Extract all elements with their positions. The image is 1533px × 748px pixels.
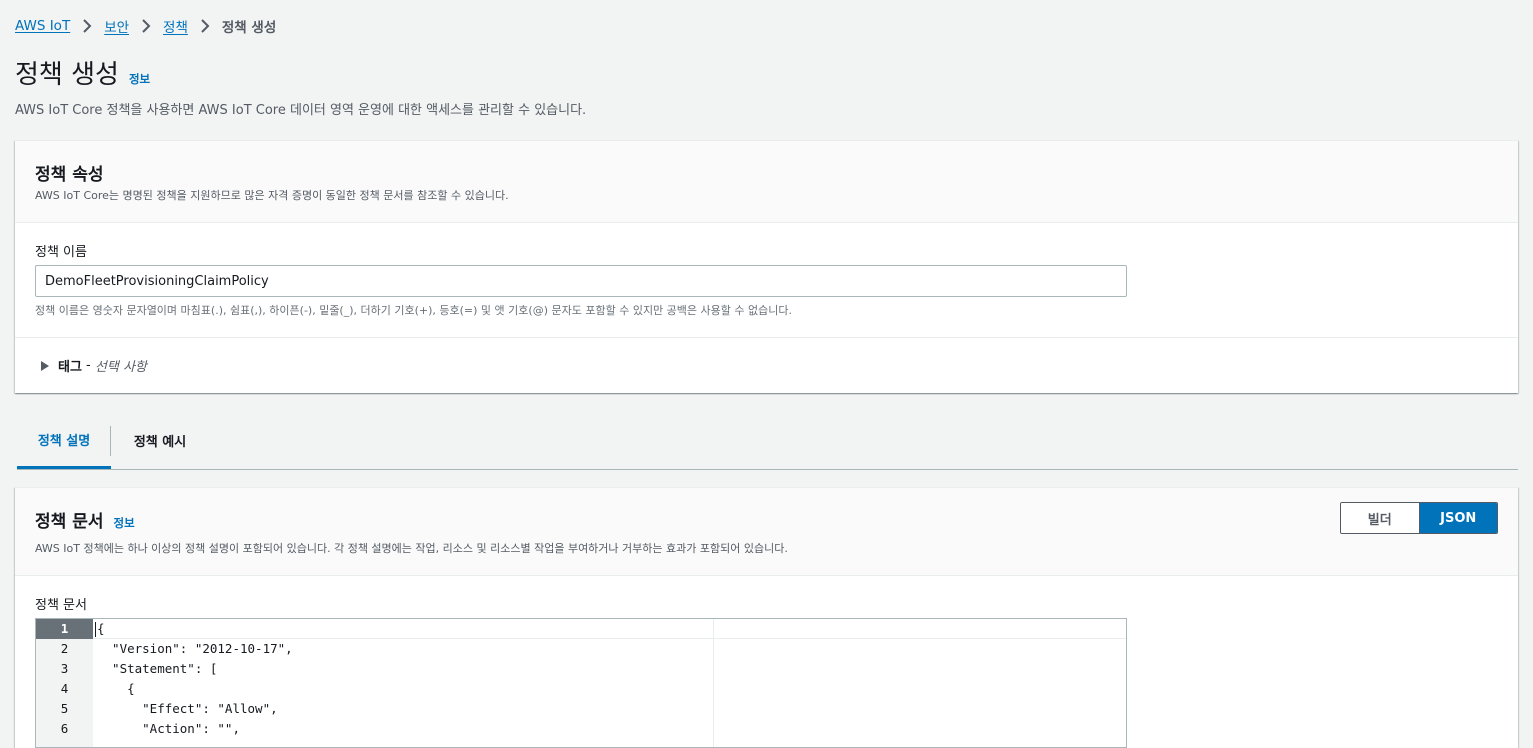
- page-title-row: 정책 생성 정보: [15, 54, 150, 91]
- builder-mode-button[interactable]: 빌더: [1341, 503, 1420, 533]
- chevron-right-icon: [137, 17, 155, 35]
- line-number: 5: [60, 701, 69, 716]
- breadcrumb-current: 정책 생성: [221, 20, 277, 36]
- text-cursor: [95, 622, 96, 637]
- code-line: 2 "Version": "2012-10-17",: [36, 639, 1126, 659]
- code-text: {: [97, 621, 105, 636]
- tab-policy-examples[interactable]: 정책 예시: [113, 413, 207, 468]
- policy-document-title: 정책 문서: [35, 512, 104, 532]
- line-number: 2: [60, 641, 69, 656]
- policy-json-editor[interactable]: 1 { 2 "Version": "2012-10-17", 3 "Statem…: [35, 618, 1127, 748]
- divider: [15, 337, 1518, 338]
- policy-name-hint: 정책 이름은 영숫자 문자열이며 마침표(.), 쉼표(,), 하이픈(-), …: [35, 304, 792, 317]
- policy-document-info-link[interactable]: 정보: [113, 515, 134, 531]
- policy-properties-card: 정책 속성 AWS IoT Core는 명명된 정책을 지원하므로 많은 자격 …: [15, 140, 1518, 393]
- mode-segmented-control: 빌더 JSON: [1340, 502, 1498, 534]
- tab-divider: [110, 426, 111, 456]
- breadcrumb-link-security[interactable]: 보안: [104, 16, 129, 36]
- caret-right-icon: [41, 360, 49, 371]
- code-line: 4 {: [36, 679, 1126, 699]
- tags-optional-label: 선택 사항: [94, 360, 147, 375]
- code-text: "Statement": [: [97, 661, 218, 676]
- line-number: 6: [60, 721, 69, 736]
- code-line: 5 "Effect": "Allow",: [36, 699, 1126, 719]
- policy-tabs: 정책 설명 정책 예시: [17, 413, 1518, 470]
- policy-document-editor-label: 정책 문서: [35, 598, 87, 613]
- code-line: 1 {: [36, 619, 1126, 639]
- tags-separator: -: [81, 358, 95, 373]
- code-line: 6 "Action": "",: [36, 719, 1126, 739]
- code-text: "Effect": "Allow",: [97, 701, 278, 716]
- breadcrumb: AWS IoT 보안 정책 정책 생성: [15, 15, 276, 37]
- chevron-right-icon: [78, 17, 96, 35]
- tab-policy-statements[interactable]: 정책 설명: [17, 413, 111, 469]
- breadcrumb-link-aws-iot[interactable]: AWS IoT: [15, 18, 70, 34]
- tags-label: 태그: [58, 360, 82, 375]
- policy-document-description: AWS IoT 정책에는 하나 이상의 정책 설명이 포함되어 있습니다. 각 …: [35, 542, 788, 555]
- line-number: 4: [60, 681, 69, 696]
- policy-properties-description: AWS IoT Core는 명명된 정책을 지원하므로 많은 자격 증명이 동일…: [35, 189, 509, 202]
- tags-expander[interactable]: 태그 - 선택 사항: [41, 356, 147, 375]
- line-number: 3: [60, 661, 69, 676]
- page-info-link[interactable]: 정보: [129, 71, 150, 87]
- policy-document-title-row: 정책 문서 정보: [35, 507, 135, 532]
- policy-name-input[interactable]: [35, 265, 1127, 297]
- policy-name-label: 정책 이름: [35, 245, 87, 260]
- code-text: "Action": "",: [97, 721, 240, 736]
- policy-document-header: 정책 문서 정보 AWS IoT 정책에는 하나 이상의 정책 설명이 포함되어…: [15, 488, 1518, 576]
- code-text: "Version": "2012-10-17",: [97, 641, 293, 656]
- policy-properties-title: 정책 속성: [35, 165, 104, 185]
- line-number: 1: [36, 619, 93, 639]
- chevron-right-icon: [196, 17, 214, 35]
- page-description: AWS IoT Core 정책을 사용하면 AWS IoT Core 데이터 영…: [15, 103, 587, 118]
- page-title: 정책 생성: [15, 60, 119, 90]
- code-text: {: [97, 681, 135, 696]
- breadcrumb-link-policies[interactable]: 정책: [163, 16, 188, 36]
- json-mode-button[interactable]: JSON: [1419, 503, 1497, 533]
- policy-properties-header: 정책 속성 AWS IoT Core는 명명된 정책을 지원하므로 많은 자격 …: [15, 141, 1518, 223]
- code-line: 3 "Statement": [: [36, 659, 1126, 679]
